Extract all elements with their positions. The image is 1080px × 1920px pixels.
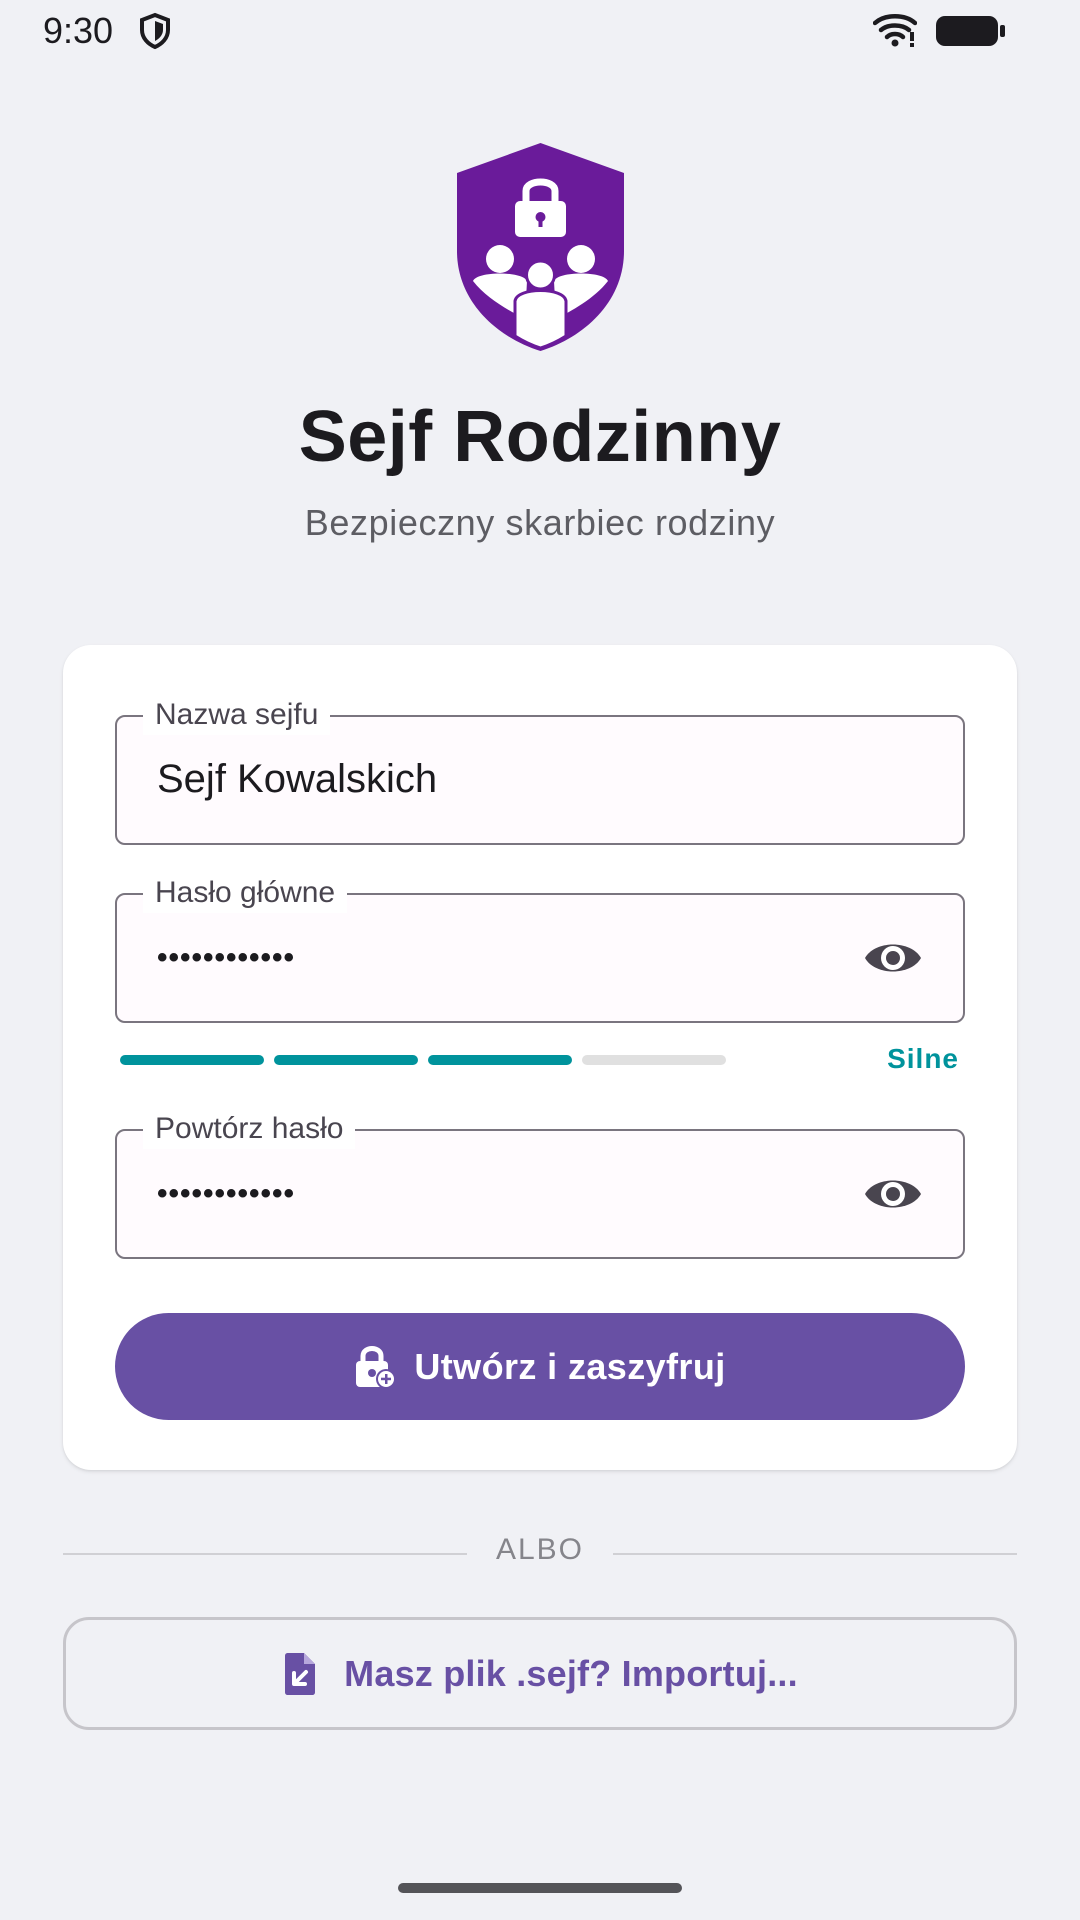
divider-line-right [613, 1553, 1017, 1555]
master-password-value[interactable]: •••••••••••• [157, 895, 295, 1020]
create-encrypt-label: Utwórz i zaszyfruj [414, 1345, 726, 1387]
master-password-field[interactable]: Hasło główne •••••••••••• [115, 873, 965, 1023]
status-time: 9:30 [43, 10, 114, 51]
eye-icon[interactable] [863, 1170, 923, 1218]
create-vault-card: Nazwa sejfu Sejf Kowalskich Hasło główne… [63, 645, 1017, 1470]
password-strength-meter [120, 1055, 726, 1065]
shield-icon [140, 12, 170, 50]
vault-name-value[interactable]: Sejf Kowalskich [157, 717, 437, 842]
divider-label: ALBO [495, 1533, 585, 1566]
status-bar: 9:30 [0, 0, 1080, 62]
battery-icon [936, 16, 1005, 46]
wifi-icon [873, 14, 917, 47]
import-file-label: Masz plik .sejf? Importuj... [344, 1652, 798, 1694]
vault-name-field[interactable]: Nazwa sejfu Sejf Kowalskich [115, 695, 965, 845]
strength-segment [582, 1055, 726, 1065]
strength-segment [120, 1055, 264, 1065]
repeat-password-field[interactable]: Powtórz hasło •••••••••••• [115, 1109, 965, 1259]
repeat-password-value[interactable]: •••••••••••• [157, 1131, 295, 1256]
create-encrypt-button[interactable]: Utwórz i zaszyfruj [115, 1313, 965, 1420]
family-shield-lock-icon [457, 143, 624, 351]
file-import-icon [285, 1652, 316, 1695]
lock-add-icon [356, 1345, 397, 1389]
app-title: Sejf Rodzinny [298, 397, 782, 477]
eye-icon[interactable] [863, 934, 923, 982]
strength-segment [428, 1055, 572, 1065]
home-indicator[interactable] [398, 1883, 682, 1893]
strength-segment [274, 1055, 418, 1065]
app-subtitle: Bezpieczny skarbiec rodziny [304, 502, 776, 543]
strength-label: Silne [887, 1043, 959, 1074]
import-file-button[interactable]: Masz plik .sejf? Importuj... [63, 1617, 1017, 1730]
